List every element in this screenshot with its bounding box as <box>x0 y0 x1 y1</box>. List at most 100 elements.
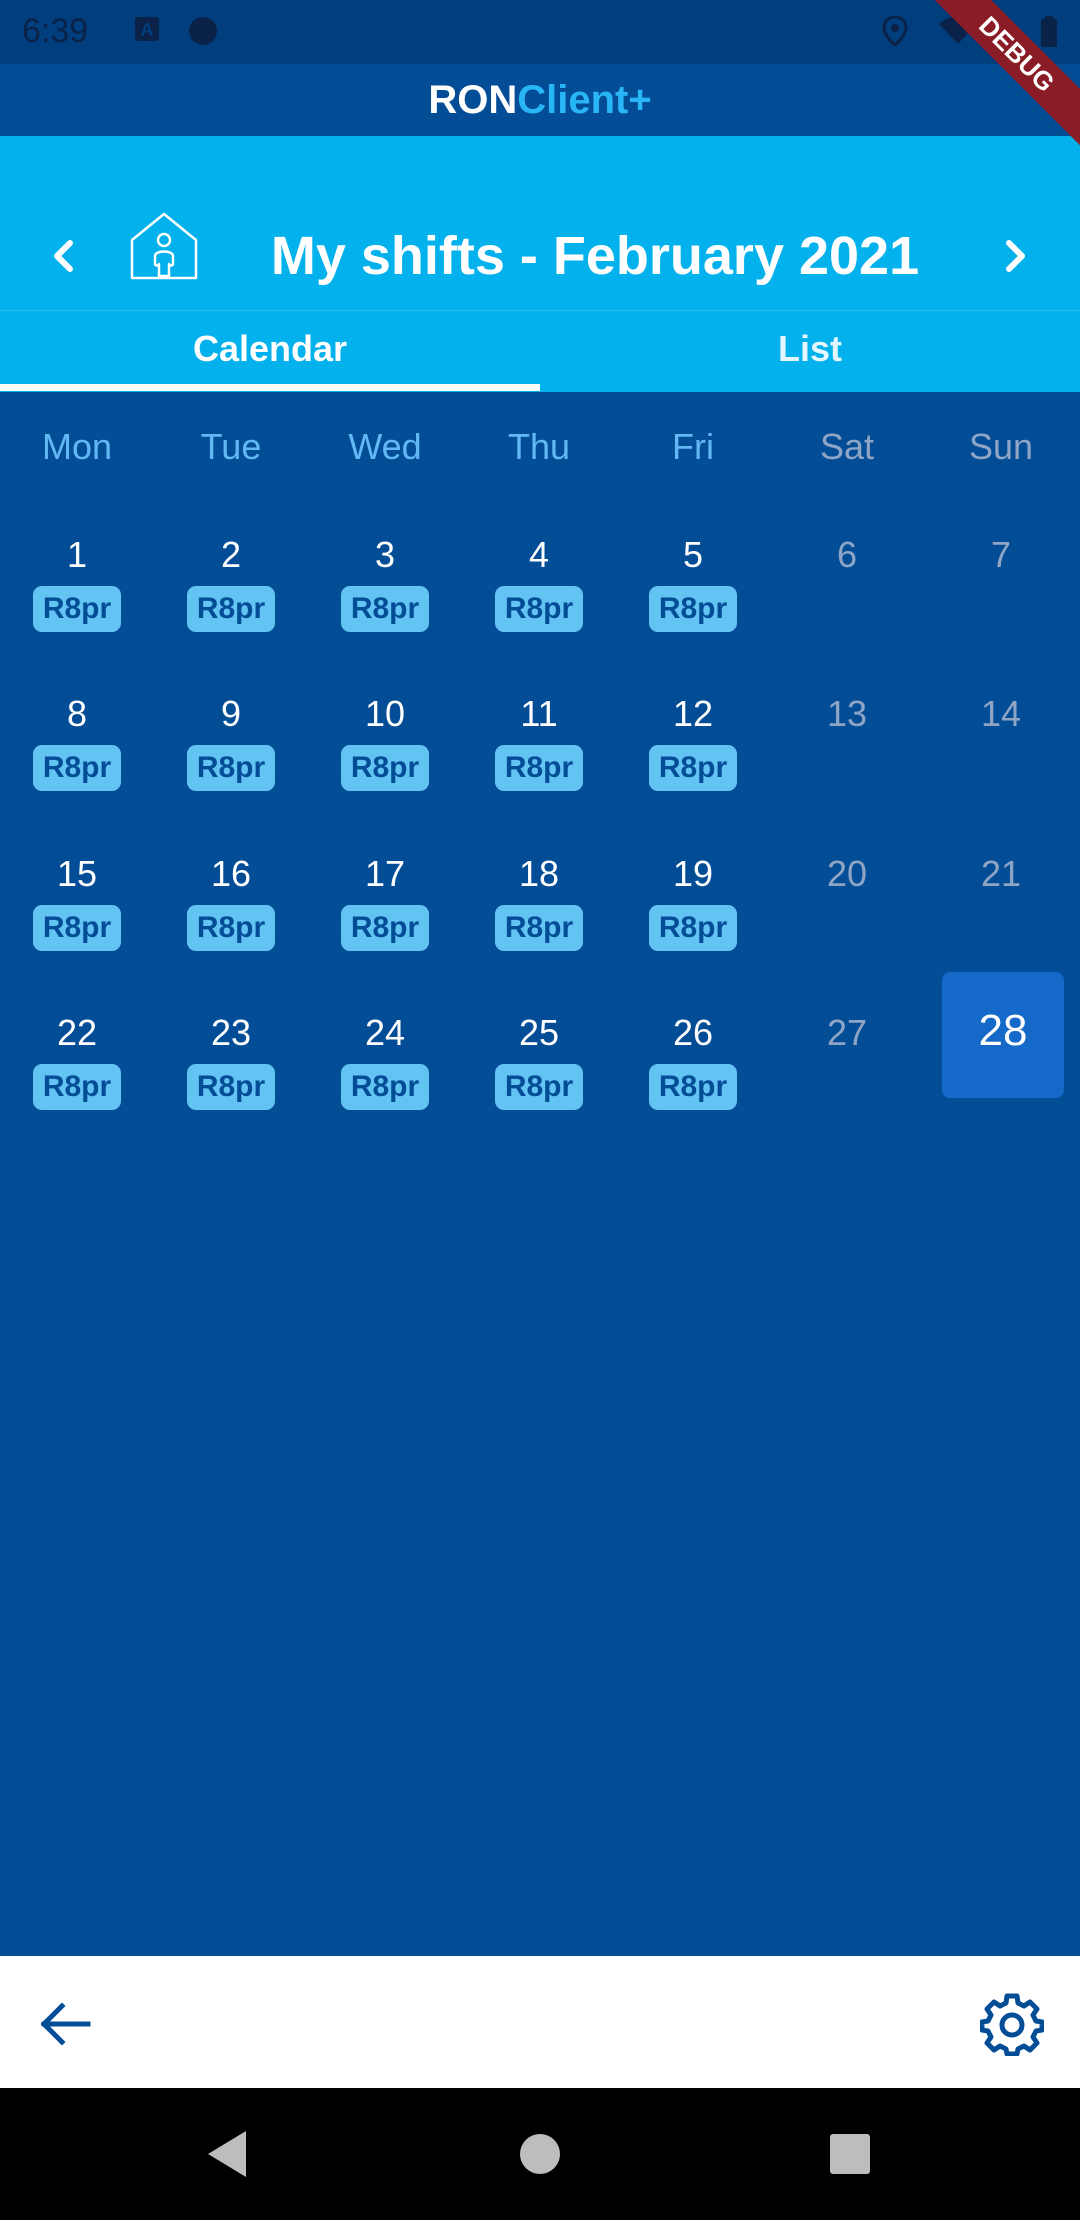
app-title-client: Client+ <box>517 78 652 122</box>
weekday-label: Fri <box>672 426 714 467</box>
shift-badge: R8pr <box>649 586 737 632</box>
day-number: 9 <box>220 693 242 734</box>
day-cell[interactable]: 15 R8pr <box>0 853 154 993</box>
day-cell[interactable]: 13 <box>770 693 924 833</box>
page-title: My shifts - February 2021 <box>270 226 920 286</box>
shift-badge: R8pr <box>495 1064 583 1110</box>
day-number: 15 <box>56 853 98 894</box>
day-cell[interactable]: 25 R8pr <box>462 1012 616 1152</box>
day-cell[interactable]: 5 R8pr <box>616 534 770 674</box>
arrow-left-icon <box>40 2002 91 2046</box>
previous-month-button[interactable] <box>30 216 100 296</box>
day-number: 17 <box>364 853 406 894</box>
day-number: 27 <box>826 1012 868 1053</box>
day-number: 20 <box>826 853 868 894</box>
shift-badge: R8pr <box>33 745 121 791</box>
day-number: 1 <box>66 534 88 575</box>
shift-badge: R8pr <box>341 745 429 791</box>
shift-badge: R8pr <box>341 905 429 951</box>
day-cell[interactable]: 9 R8pr <box>154 693 308 833</box>
shift-badge: R8pr <box>649 1064 737 1110</box>
back-button[interactable] <box>36 1994 96 2054</box>
day-cell[interactable]: 2 R8pr <box>154 534 308 674</box>
day-number: 21 <box>980 853 1022 894</box>
weekday-label: Sat <box>819 426 875 467</box>
shift-badge: R8pr <box>649 905 737 951</box>
tab-list[interactable]: List <box>540 311 1080 392</box>
day-cell[interactable]: 10 R8pr <box>308 693 462 833</box>
day-number: 6 <box>836 534 858 575</box>
weekday-label: Mon <box>41 426 113 467</box>
shift-badge: R8pr <box>495 905 583 951</box>
day-number: 19 <box>672 853 714 894</box>
square-recents-icon <box>830 2134 870 2174</box>
day-cell[interactable]: 4 R8pr <box>462 534 616 674</box>
shift-badge: R8pr <box>187 586 275 632</box>
day-cell[interactable]: 23 R8pr <box>154 1012 308 1152</box>
day-cell-today[interactable]: 28 <box>942 972 1064 1098</box>
location-icon <box>882 15 908 51</box>
day-number: 7 <box>990 534 1012 575</box>
day-number: 11 <box>520 693 558 734</box>
tab-indicator <box>0 384 540 391</box>
weekday-label: Tue <box>200 426 262 467</box>
day-number: 26 <box>672 1012 714 1053</box>
day-cell[interactable]: 24 R8pr <box>308 1012 462 1152</box>
chevron-left-icon <box>54 240 73 272</box>
app-bar: RONClient+ <box>0 64 1080 136</box>
shift-badge: R8pr <box>187 745 275 791</box>
circle-home-icon <box>520 2134 560 2174</box>
day-cell[interactable]: 19 R8pr <box>616 853 770 993</box>
day-number: 10 <box>364 693 406 734</box>
svg-text:A: A <box>141 20 154 40</box>
notification-a-icon: A <box>134 16 160 47</box>
day-cell[interactable]: 1 R8pr <box>0 534 154 674</box>
system-back-button[interactable] <box>204 2128 250 2185</box>
day-cell[interactable]: 26 R8pr <box>616 1012 770 1152</box>
day-cell[interactable]: 6 <box>770 534 924 674</box>
next-month-button[interactable] <box>980 216 1050 296</box>
house-person-icon <box>128 210 200 287</box>
notification-app-icon <box>188 16 218 51</box>
bottom-toolbar <box>0 1956 1080 2088</box>
weekday-label: Sun <box>968 426 1034 467</box>
day-cell[interactable]: 8 R8pr <box>0 693 154 833</box>
chevron-right-icon <box>1006 240 1025 272</box>
system-recents-button[interactable] <box>828 2128 872 2185</box>
status-bar: 6:39 A <box>0 0 1080 64</box>
day-cell[interactable]: 27 <box>770 1012 924 1152</box>
shift-badge: R8pr <box>341 1064 429 1110</box>
app-title: RONClient+ <box>0 64 1080 136</box>
settings-button[interactable] <box>979 1992 1045 2057</box>
shift-badge: R8pr <box>33 1064 121 1110</box>
app-title-ron: RON <box>428 78 518 122</box>
weekday-label: Wed <box>348 426 422 467</box>
shift-badge: R8pr <box>341 586 429 632</box>
day-number: 4 <box>528 534 550 575</box>
day-number: 13 <box>826 693 868 734</box>
shift-badge: R8pr <box>649 745 737 791</box>
shift-badge: R8pr <box>495 745 583 791</box>
battery-icon <box>1040 16 1058 53</box>
day-cell[interactable]: 22 R8pr <box>0 1012 154 1152</box>
tab-calendar[interactable]: Calendar <box>0 311 540 392</box>
day-cell[interactable]: 11 R8pr <box>462 693 616 833</box>
shift-badge: R8pr <box>187 905 275 951</box>
triangle-back-icon <box>208 2131 246 2177</box>
weekday-label: Thu <box>507 426 571 467</box>
month-header: My shifts - February 2021 Calendar List <box>0 136 1080 392</box>
day-number: 8 <box>66 693 88 734</box>
shift-badge: R8pr <box>495 586 583 632</box>
day-number: 3 <box>374 534 396 575</box>
day-number: 12 <box>672 693 714 734</box>
day-cell[interactable]: 20 <box>770 853 924 993</box>
day-cell[interactable]: 16 R8pr <box>154 853 308 993</box>
day-cell[interactable]: 18 R8pr <box>462 853 616 993</box>
day-cell[interactable]: 3 R8pr <box>308 534 462 674</box>
system-home-button[interactable] <box>520 2128 564 2185</box>
day-cell[interactable]: 17 R8pr <box>308 853 462 993</box>
day-cell[interactable]: 7 <box>924 534 1078 674</box>
day-cell[interactable]: 14 <box>924 693 1078 833</box>
day-cell[interactable]: 12 R8pr <box>616 693 770 833</box>
gear-icon <box>979 1993 1045 2057</box>
